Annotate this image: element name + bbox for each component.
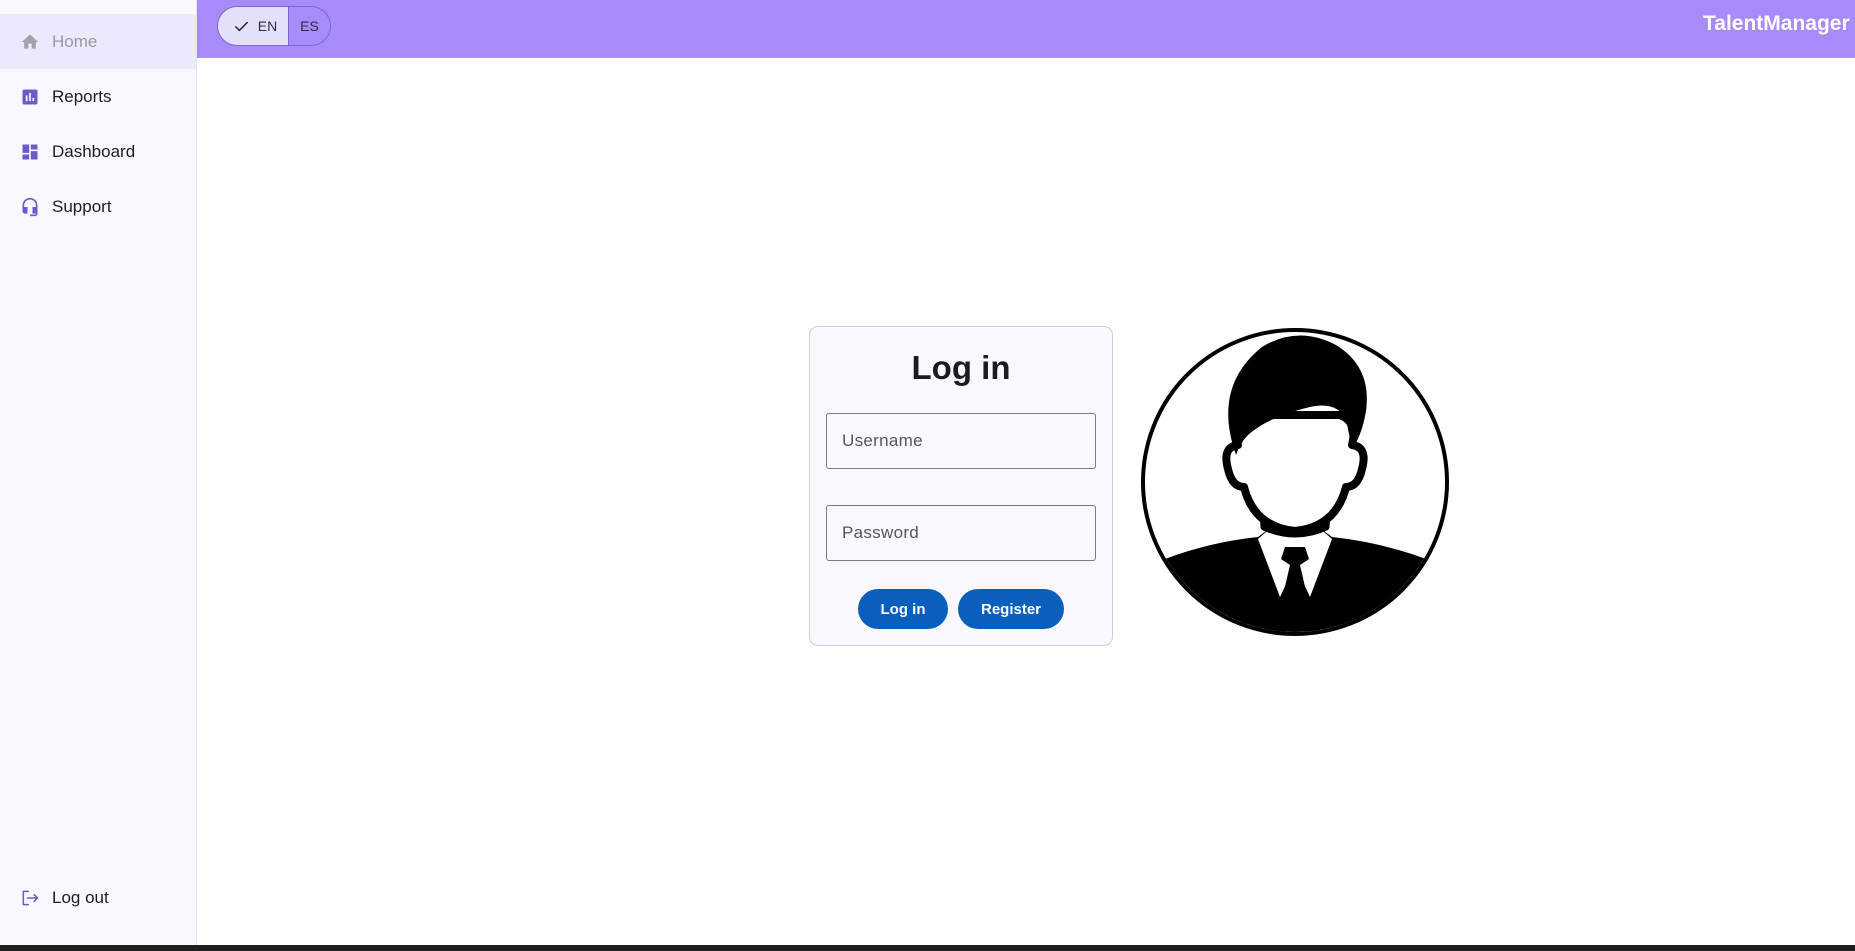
user-avatar-icon: [1141, 328, 1449, 636]
sidebar-item-reports[interactable]: Reports: [0, 69, 196, 124]
headset-icon: [20, 197, 40, 217]
check-icon: [233, 18, 250, 35]
home-icon: [20, 32, 40, 52]
app-root: Home Reports Dashboard Support Log out E…: [0, 0, 1855, 951]
username-input[interactable]: [826, 413, 1096, 469]
sidebar-item-label: Dashboard: [52, 141, 136, 161]
top-bar: EN ES TalentManager: [197, 0, 1855, 58]
bottom-bar: [0, 945, 1855, 951]
sidebar: Home Reports Dashboard Support Log out: [0, 0, 197, 945]
sidebar-item-label: Home: [52, 31, 98, 51]
dashboard-icon: [20, 142, 40, 162]
app-brand: TalentManager: [1703, 12, 1850, 35]
language-toggle: EN ES: [217, 6, 331, 46]
avatar: [1140, 327, 1450, 637]
language-label-en: EN: [257, 18, 278, 34]
language-label-es: ES: [300, 18, 319, 34]
language-option-en[interactable]: EN: [218, 7, 289, 45]
logout-button[interactable]: Log out: [0, 870, 196, 925]
logout-label: Log out: [52, 887, 109, 907]
sidebar-item-home[interactable]: Home: [0, 14, 196, 69]
register-button[interactable]: Register: [958, 589, 1064, 629]
language-option-es[interactable]: ES: [289, 7, 330, 45]
login-button[interactable]: Log in: [858, 589, 948, 629]
sidebar-item-support[interactable]: Support: [0, 179, 196, 234]
logout-icon: [20, 888, 40, 908]
password-input[interactable]: [826, 505, 1096, 561]
sidebar-item-label: Reports: [52, 86, 112, 106]
login-title: Log in: [911, 349, 1011, 386]
sidebar-nav: Home Reports Dashboard Support: [0, 14, 196, 234]
sidebar-item-dashboard[interactable]: Dashboard: [0, 124, 196, 179]
sidebar-item-label: Support: [52, 196, 112, 216]
login-card: Log in Log in Register: [809, 326, 1113, 646]
bar-chart-icon: [20, 87, 40, 107]
